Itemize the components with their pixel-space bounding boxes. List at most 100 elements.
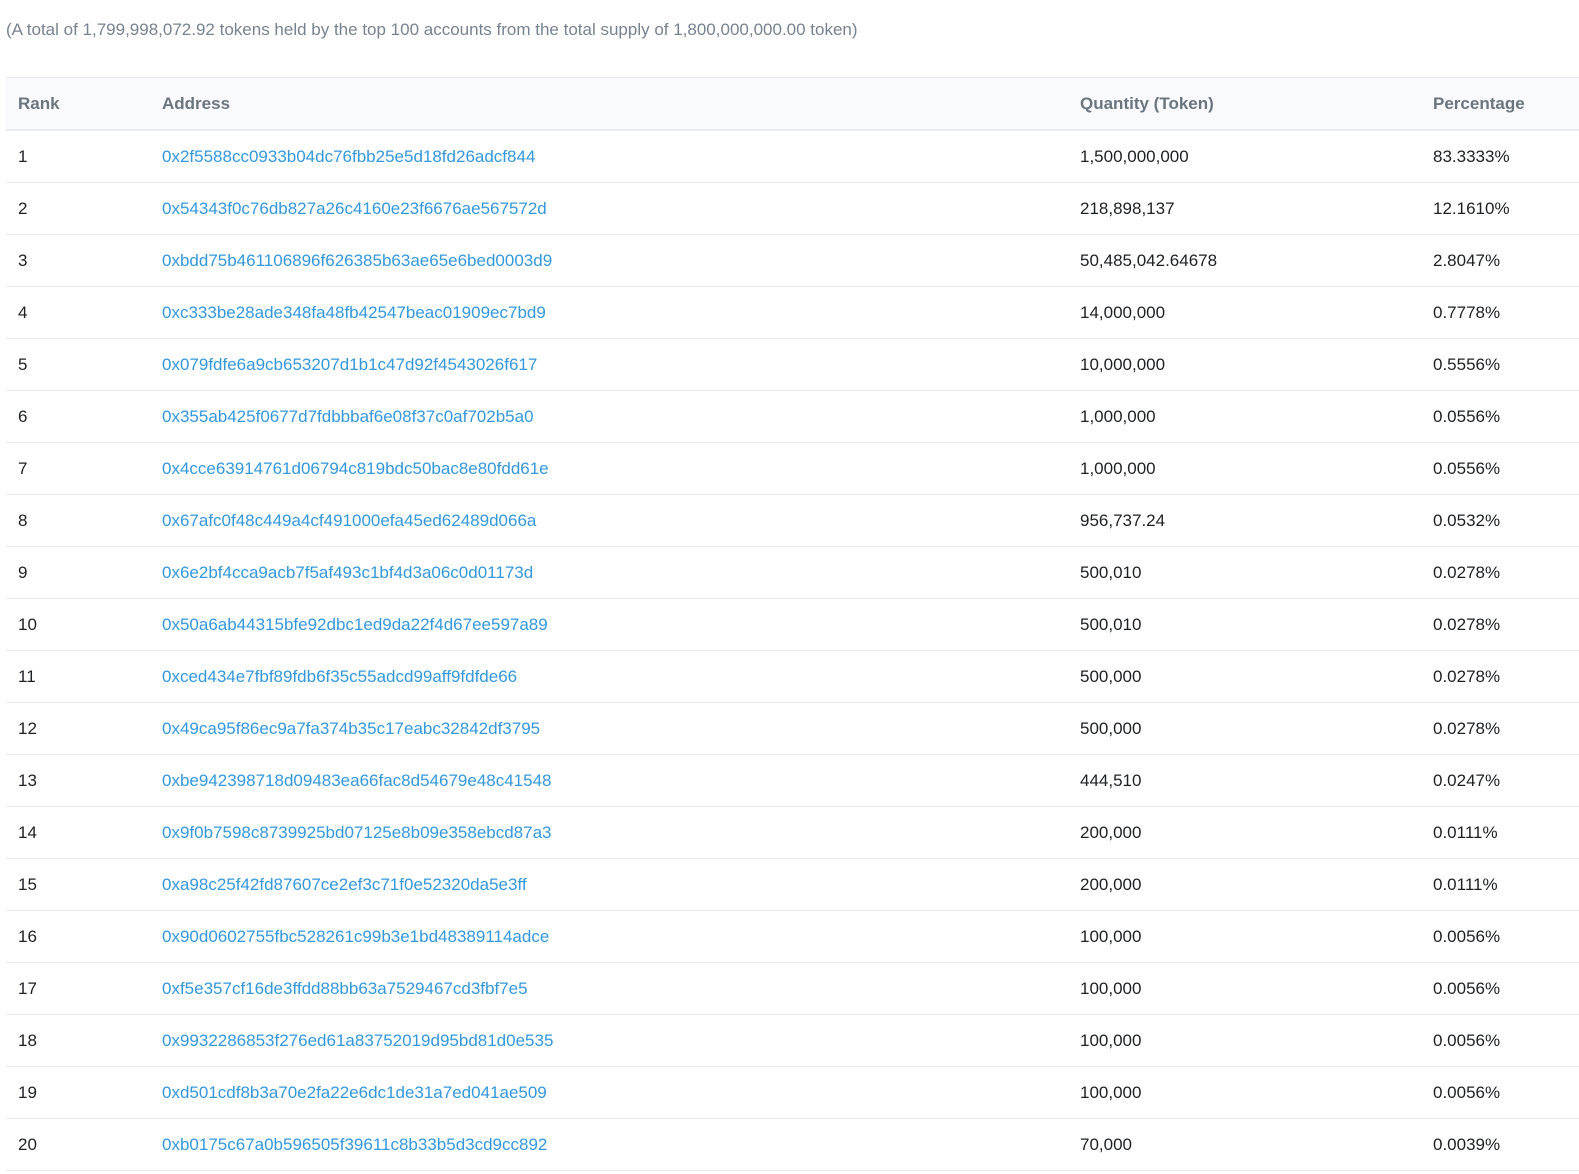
table-row: 9 0x6e2bf4cca9acb7f5af493c1bf4d3a06c0d011…	[6, 546, 1579, 599]
rank-cell: 3	[6, 234, 150, 287]
address-cell: 0x54343f0c76db827a26c4160e23f6676ae56757…	[150, 182, 1068, 235]
rank-cell: 14	[6, 806, 150, 859]
quantity-cell: 500,010	[1068, 546, 1421, 599]
table-row: 5 0x079fdfe6a9cb653207d1b1c47d92f4543026f…	[6, 338, 1579, 391]
percentage-cell: 0.0039%	[1421, 1118, 1579, 1171]
holder-address-link[interactable]: 0x355ab425f0677d7fdbbbaf6e08f37c0af702b5…	[162, 407, 534, 426]
table-row: 10 0x50a6ab44315bfe92dbc1ed9da22f4d67ee59…	[6, 598, 1579, 651]
rank-cell: 2	[6, 182, 150, 235]
quantity-cell: 50,485,042.64678	[1068, 234, 1421, 287]
percentage-cell: 0.0556%	[1421, 390, 1579, 443]
holder-address-link[interactable]: 0xb0175c67a0b596505f39611c8b33b5d3cd9cc8…	[162, 1135, 547, 1154]
quantity-cell: 956,737.24	[1068, 494, 1421, 547]
quantity-cell: 500,000	[1068, 702, 1421, 755]
holder-address-link[interactable]: 0xced434e7fbf89fdb6f35c55adcd99aff9fdfde…	[162, 667, 517, 686]
holder-address-link[interactable]: 0x67afc0f48c449a4cf491000efa45ed62489d06…	[162, 511, 536, 530]
percentage-cell: 0.0278%	[1421, 702, 1579, 755]
address-cell: 0xced434e7fbf89fdb6f35c55adcd99aff9fdfde…	[150, 650, 1068, 703]
column-header-percentage: Percentage	[1421, 77, 1579, 131]
percentage-cell: 0.0247%	[1421, 754, 1579, 807]
holder-address-link[interactable]: 0xbe942398718d09483ea66fac8d54679e48c415…	[162, 771, 552, 790]
column-header-address: Address	[150, 77, 1068, 131]
holder-address-link[interactable]: 0x6e2bf4cca9acb7f5af493c1bf4d3a06c0d0117…	[162, 563, 533, 582]
holder-address-link[interactable]: 0x9932286853f276ed61a83752019d95bd81d0e5…	[162, 1031, 553, 1050]
table-row: 13 0xbe942398718d09483ea66fac8d54679e48c4…	[6, 754, 1579, 807]
percentage-cell: 0.0278%	[1421, 650, 1579, 703]
quantity-cell: 100,000	[1068, 1014, 1421, 1067]
address-cell: 0x67afc0f48c449a4cf491000efa45ed62489d06…	[150, 494, 1068, 547]
holder-address-link[interactable]: 0xf5e357cf16de3ffdd88bb63a7529467cd3fbf7…	[162, 979, 528, 998]
table-row: 18 0x9932286853f276ed61a83752019d95bd81d0…	[6, 1014, 1579, 1067]
table-row: 20 0xb0175c67a0b596505f39611c8b33b5d3cd9c…	[6, 1118, 1579, 1171]
percentage-cell: 12.1610%	[1421, 182, 1579, 235]
percentage-cell: 0.0556%	[1421, 442, 1579, 495]
address-cell: 0xa98c25f42fd87607ce2ef3c71f0e52320da5e3…	[150, 858, 1068, 911]
quantity-cell: 70,000	[1068, 1118, 1421, 1171]
holder-address-link[interactable]: 0x4cce63914761d06794c819bdc50bac8e80fdd6…	[162, 459, 549, 478]
address-cell: 0x90d0602755fbc528261c99b3e1bd48389114ad…	[150, 910, 1068, 963]
percentage-cell: 2.8047%	[1421, 234, 1579, 287]
address-cell: 0x355ab425f0677d7fdbbbaf6e08f37c0af702b5…	[150, 390, 1068, 443]
table-row: 12 0x49ca95f86ec9a7fa374b35c17eabc32842df…	[6, 702, 1579, 755]
rank-cell: 1	[6, 130, 150, 183]
percentage-cell: 83.3333%	[1421, 130, 1579, 183]
address-cell: 0x6e2bf4cca9acb7f5af493c1bf4d3a06c0d0117…	[150, 546, 1068, 599]
holder-address-link[interactable]: 0x90d0602755fbc528261c99b3e1bd48389114ad…	[162, 927, 549, 946]
quantity-cell: 444,510	[1068, 754, 1421, 807]
holders-summary-text: (A total of 1,799,998,072.92 tokens held…	[6, 20, 858, 39]
address-cell: 0xb0175c67a0b596505f39611c8b33b5d3cd9cc8…	[150, 1118, 1068, 1171]
quantity-cell: 10,000,000	[1068, 338, 1421, 391]
percentage-cell: 0.0056%	[1421, 1014, 1579, 1067]
quantity-cell: 100,000	[1068, 910, 1421, 963]
holder-address-link[interactable]: 0x079fdfe6a9cb653207d1b1c47d92f4543026f6…	[162, 355, 537, 374]
percentage-cell: 0.0056%	[1421, 910, 1579, 963]
percentage-cell: 0.0278%	[1421, 546, 1579, 599]
holder-address-link[interactable]: 0xa98c25f42fd87607ce2ef3c71f0e52320da5e3…	[162, 875, 527, 894]
table-row: 6 0x355ab425f0677d7fdbbbaf6e08f37c0af702b…	[6, 390, 1579, 443]
address-cell: 0x2f5588cc0933b04dc76fbb25e5d18fd26adcf8…	[150, 130, 1068, 183]
holder-address-link[interactable]: 0xc333be28ade348fa48fb42547beac01909ec7b…	[162, 303, 546, 322]
holder-address-link[interactable]: 0x49ca95f86ec9a7fa374b35c17eabc32842df37…	[162, 719, 540, 738]
quantity-cell: 500,000	[1068, 650, 1421, 703]
table-row: 17 0xf5e357cf16de3ffdd88bb63a7529467cd3fb…	[6, 962, 1579, 1015]
holder-address-link[interactable]: 0x50a6ab44315bfe92dbc1ed9da22f4d67ee597a…	[162, 615, 548, 634]
quantity-cell: 1,500,000,000	[1068, 130, 1421, 183]
table-row: 8 0x67afc0f48c449a4cf491000efa45ed62489d0…	[6, 494, 1579, 547]
address-cell: 0xc333be28ade348fa48fb42547beac01909ec7b…	[150, 286, 1068, 339]
rank-cell: 9	[6, 546, 150, 599]
rank-cell: 10	[6, 598, 150, 651]
holder-address-link[interactable]: 0xbdd75b461106896f626385b63ae65e6bed0003…	[162, 251, 552, 270]
address-cell: 0x9f0b7598c8739925bd07125e8b09e358ebcd87…	[150, 806, 1068, 859]
address-cell: 0x4cce63914761d06794c819bdc50bac8e80fdd6…	[150, 442, 1068, 495]
quantity-cell: 200,000	[1068, 858, 1421, 911]
holder-address-link[interactable]: 0x2f5588cc0933b04dc76fbb25e5d18fd26adcf8…	[162, 147, 535, 166]
quantity-cell: 14,000,000	[1068, 286, 1421, 339]
table-row: 1 0x2f5588cc0933b04dc76fbb25e5d18fd26adcf…	[6, 130, 1579, 183]
table-row: 4 0xc333be28ade348fa48fb42547beac01909ec7…	[6, 286, 1579, 339]
table-header-row: Rank Address Quantity (Token) Percentage	[6, 77, 1579, 131]
holder-address-link[interactable]: 0x54343f0c76db827a26c4160e23f6676ae56757…	[162, 199, 547, 218]
table-body: 1 0x2f5588cc0933b04dc76fbb25e5d18fd26adcf…	[6, 130, 1579, 1171]
table-row: 3 0xbdd75b461106896f626385b63ae65e6bed000…	[6, 234, 1579, 287]
quantity-cell: 1,000,000	[1068, 442, 1421, 495]
address-cell: 0xbdd75b461106896f626385b63ae65e6bed0003…	[150, 234, 1068, 287]
rank-cell: 17	[6, 962, 150, 1015]
holder-address-link[interactable]: 0x9f0b7598c8739925bd07125e8b09e358ebcd87…	[162, 823, 552, 842]
column-header-rank: Rank	[6, 77, 150, 131]
holder-address-link[interactable]: 0xd501cdf8b3a70e2fa22e6dc1de31a7ed041ae5…	[162, 1083, 547, 1102]
quantity-cell: 200,000	[1068, 806, 1421, 859]
percentage-cell: 0.0532%	[1421, 494, 1579, 547]
rank-cell: 15	[6, 858, 150, 911]
table-row: 2 0x54343f0c76db827a26c4160e23f6676ae5675…	[6, 182, 1579, 235]
table-row: 15 0xa98c25f42fd87607ce2ef3c71f0e52320da5…	[6, 858, 1579, 911]
percentage-cell: 0.0278%	[1421, 598, 1579, 651]
percentage-cell: 0.5556%	[1421, 338, 1579, 391]
quantity-cell: 1,000,000	[1068, 390, 1421, 443]
percentage-cell: 0.7778%	[1421, 286, 1579, 339]
table-row: 19 0xd501cdf8b3a70e2fa22e6dc1de31a7ed041a…	[6, 1066, 1579, 1119]
quantity-cell: 500,010	[1068, 598, 1421, 651]
rank-cell: 11	[6, 650, 150, 703]
address-cell: 0xf5e357cf16de3ffdd88bb63a7529467cd3fbf7…	[150, 962, 1068, 1015]
rank-cell: 6	[6, 390, 150, 443]
rank-cell: 7	[6, 442, 150, 495]
